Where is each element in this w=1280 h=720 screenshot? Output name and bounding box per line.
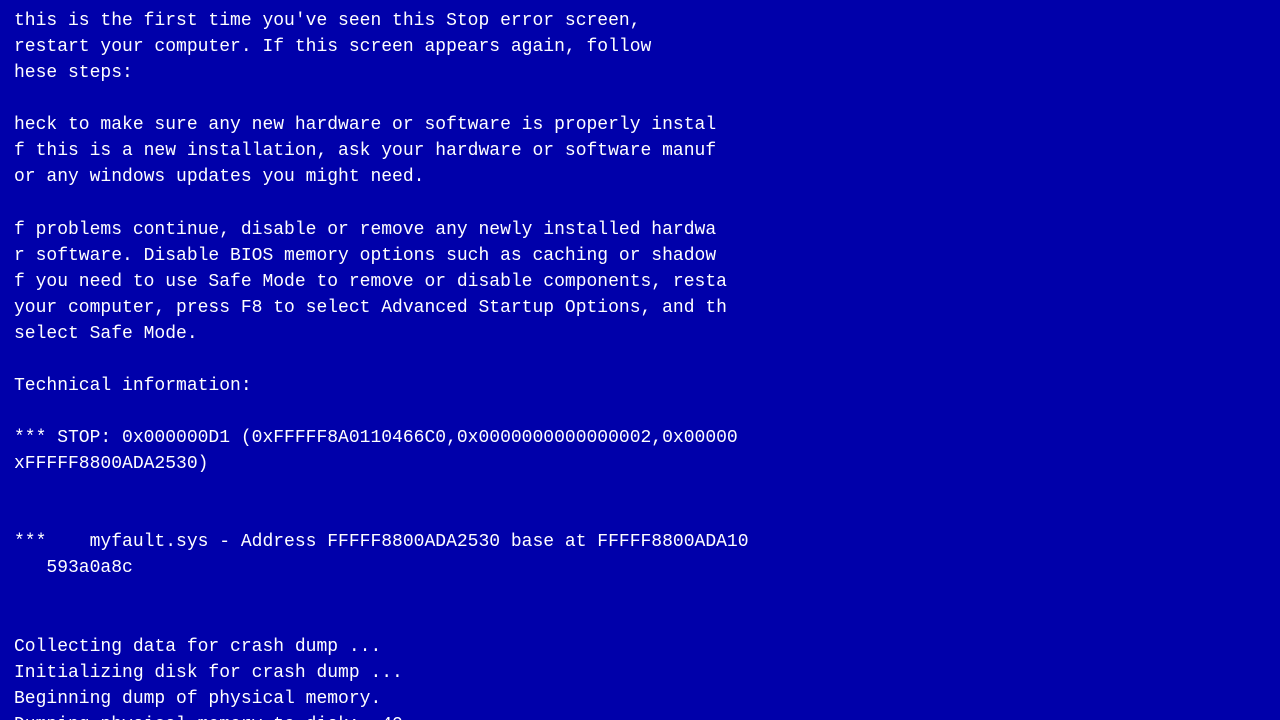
bsod-line: heck to make sure any new hardware or so…	[14, 112, 1266, 138]
bsod-line: *** myfault.sys - Address FFFFF8800ADA25…	[14, 529, 1266, 555]
bsod-line: f you need to use Safe Mode to remove or…	[14, 269, 1266, 295]
bsod-line: this is the first time you've seen this …	[14, 8, 1266, 34]
bsod-line: or any windows updates you might need.	[14, 164, 1266, 190]
bsod-screen: this is the first time you've seen this …	[0, 0, 1280, 720]
bsod-line	[14, 399, 1266, 425]
bsod-line: Dumping physical memory to disk: 40	[14, 712, 1266, 720]
bsod-line: select Safe Mode.	[14, 321, 1266, 347]
bsod-line: xFFFFF8800ADA2530)	[14, 451, 1266, 477]
bsod-line: 593a0a8c	[14, 555, 1266, 581]
bsod-line: Collecting data for crash dump ...	[14, 634, 1266, 660]
bsod-line: your computer, press F8 to select Advanc…	[14, 295, 1266, 321]
bsod-line	[14, 582, 1266, 608]
bsod-text-content: this is the first time you've seen this …	[14, 8, 1266, 720]
bsod-line: r software. Disable BIOS memory options …	[14, 243, 1266, 269]
bsod-line	[14, 503, 1266, 529]
bsod-line	[14, 477, 1266, 503]
bsod-line	[14, 347, 1266, 373]
bsod-line: f this is a new installation, ask your h…	[14, 138, 1266, 164]
bsod-line	[14, 608, 1266, 634]
bsod-line: restart your computer. If this screen ap…	[14, 34, 1266, 60]
bsod-line	[14, 86, 1266, 112]
bsod-line: Beginning dump of physical memory.	[14, 686, 1266, 712]
bsod-line: *** STOP: 0x000000D1 (0xFFFFF8A0110466C0…	[14, 425, 1266, 451]
bsod-line: Technical information:	[14, 373, 1266, 399]
bsod-line: f problems continue, disable or remove a…	[14, 217, 1266, 243]
bsod-line: hese steps:	[14, 60, 1266, 86]
bsod-line	[14, 191, 1266, 217]
bsod-line: Initializing disk for crash dump ...	[14, 660, 1266, 686]
